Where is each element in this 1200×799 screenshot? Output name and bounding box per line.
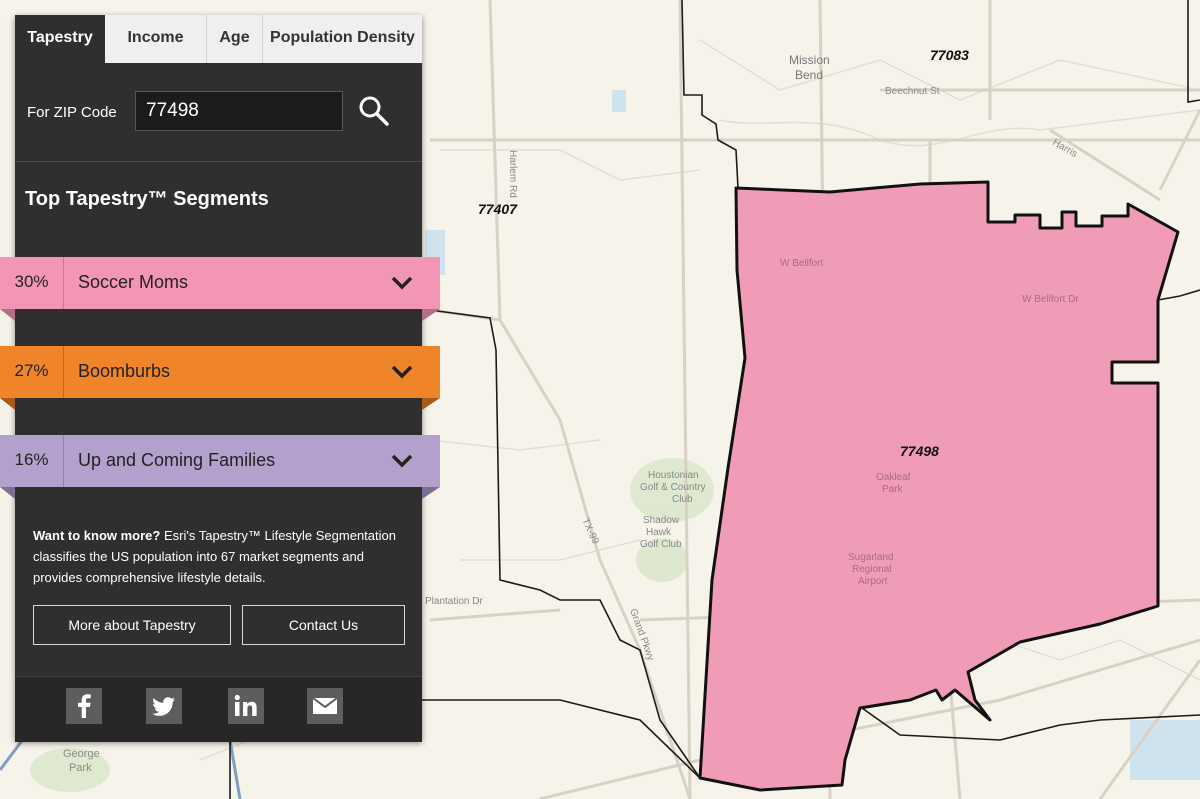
svg-text:Park: Park xyxy=(882,484,904,495)
segment-boomburbs[interactable]: 27% Boomburbs xyxy=(0,346,440,398)
tab-tapestry[interactable]: Tapestry xyxy=(15,15,105,63)
segment-fold xyxy=(422,398,440,410)
segment-soccer-moms[interactable]: 30% Soccer Moms xyxy=(0,257,440,309)
svg-text:W Bellfort Dr: W Bellfort Dr xyxy=(1022,294,1079,305)
facebook-button[interactable] xyxy=(66,688,102,724)
more-about-tapestry-button[interactable]: More about Tapestry xyxy=(33,605,231,645)
svg-text:Sugarland: Sugarland xyxy=(848,552,894,563)
search-icon xyxy=(359,96,389,126)
svg-text:Beechnut St: Beechnut St xyxy=(885,86,940,97)
zip-label-77498: 77498 xyxy=(900,443,939,459)
twitter-button[interactable] xyxy=(146,688,182,724)
svg-text:Regional: Regional xyxy=(852,564,891,575)
divider xyxy=(15,161,422,162)
segment-fold xyxy=(0,487,15,499)
zip-label: For ZIP Code xyxy=(27,104,117,121)
svg-text:George: George xyxy=(63,748,100,760)
info-text: Want to know more? Esri's Tapestry™ Life… xyxy=(33,525,415,588)
zip-input[interactable] xyxy=(135,91,343,131)
email-icon xyxy=(312,697,338,714)
contact-us-button[interactable]: Contact Us xyxy=(242,605,405,645)
svg-text:Plantation Dr: Plantation Dr xyxy=(425,596,483,607)
svg-text:Bend: Bend xyxy=(795,68,823,82)
tab-population-density[interactable]: Population Density xyxy=(263,15,422,63)
svg-text:Park: Park xyxy=(69,762,92,774)
segment-up-and-coming-families[interactable]: 16% Up and Coming Families xyxy=(0,435,440,487)
chevron-down-icon xyxy=(391,365,413,379)
segment-name: Boomburbs xyxy=(78,361,171,381)
svg-text:Airport: Airport xyxy=(858,576,888,587)
segments-title: Top Tapestry™ Segments xyxy=(25,188,269,210)
social-bar xyxy=(15,676,422,742)
svg-text:Harlem Rd: Harlem Rd xyxy=(507,150,518,198)
svg-text:W Bellfort: W Bellfort xyxy=(780,258,824,269)
svg-text:Mission: Mission xyxy=(789,53,830,67)
segment-fold xyxy=(422,309,440,321)
segment-percent: 16% xyxy=(0,435,64,487)
linkedin-icon xyxy=(234,694,257,716)
svg-text:Golf Club: Golf Club xyxy=(640,539,682,550)
segment-fold xyxy=(0,309,15,321)
linkedin-button[interactable] xyxy=(228,688,264,724)
zip-label-77407: 77407 xyxy=(478,201,518,217)
zip-label-77083: 77083 xyxy=(930,47,969,63)
segment-percent: 30% xyxy=(0,257,64,309)
svg-text:Shadow: Shadow xyxy=(643,515,680,526)
email-button[interactable] xyxy=(307,688,343,724)
twitter-icon xyxy=(152,697,175,716)
segment-name: Up and Coming Families xyxy=(78,450,276,470)
tab-income[interactable]: Income xyxy=(105,15,207,63)
info-bold: Want to know more? xyxy=(33,528,161,543)
zip-row: For ZIP Code xyxy=(15,63,422,161)
svg-text:Club: Club xyxy=(672,494,693,505)
svg-text:Oakleaf: Oakleaf xyxy=(876,472,911,483)
tab-bar: Tapestry Income Age Population Density xyxy=(15,15,422,63)
svg-text:Hawk: Hawk xyxy=(646,527,672,538)
svg-text:Houstonian: Houstonian xyxy=(648,470,699,481)
svg-text:Golf & Country: Golf & Country xyxy=(640,482,706,493)
segment-fold xyxy=(0,398,15,410)
tapestry-panel: Tapestry Income Age Population Density F… xyxy=(0,15,440,742)
chevron-down-icon xyxy=(391,454,413,468)
segment-percent: 27% xyxy=(0,346,64,398)
facebook-icon xyxy=(78,694,91,718)
tab-age[interactable]: Age xyxy=(207,15,263,63)
segment-name: Soccer Moms xyxy=(78,272,189,292)
search-button[interactable] xyxy=(356,93,392,129)
segment-fold xyxy=(422,487,440,499)
chevron-down-icon xyxy=(391,276,413,290)
